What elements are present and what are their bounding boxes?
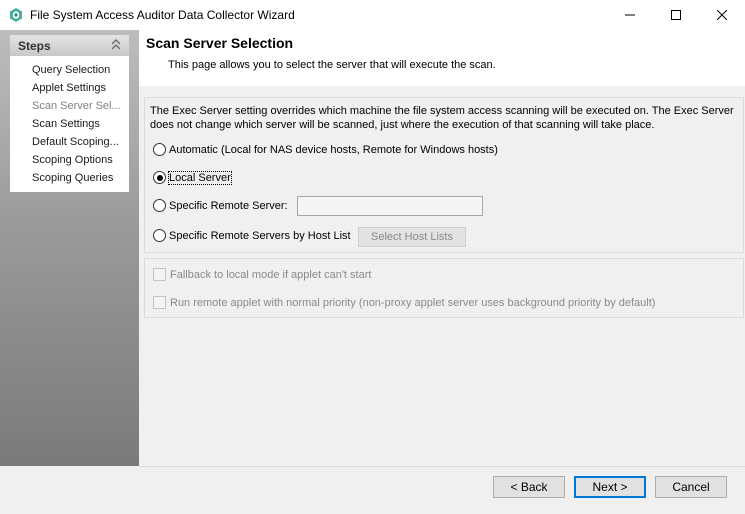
radio-label: Local Server <box>168 170 232 185</box>
steps-title: Steps <box>18 39 51 53</box>
close-icon <box>717 10 727 20</box>
step-scan-settings[interactable]: Scan Settings <box>32 118 124 130</box>
back-button[interactable]: < Back <box>493 476 565 498</box>
radio-host-list[interactable]: Specific Remote Servers by Host List <box>153 229 351 242</box>
close-button[interactable] <box>699 0 745 30</box>
step-applet-settings[interactable]: Applet Settings <box>32 82 124 94</box>
collapse-chevron-icon[interactable] <box>111 38 121 52</box>
normal-priority-checkbox-row[interactable]: Run remote applet with normal priority (… <box>153 296 655 309</box>
radio-local-server[interactable]: Local Server <box>153 170 232 185</box>
radio-automatic[interactable]: Automatic (Local for NAS device hosts, R… <box>153 143 498 156</box>
steps-header[interactable]: Steps <box>10 35 129 56</box>
next-button[interactable]: Next > <box>574 476 646 498</box>
step-query-selection[interactable]: Query Selection <box>32 64 124 76</box>
minimize-button[interactable] <box>607 0 653 30</box>
fallback-checkbox-row[interactable]: Fallback to local mode if applet can't s… <box>153 268 371 281</box>
steps-panel <box>10 35 129 192</box>
checkbox-label: Run remote applet with normal priority (… <box>170 296 656 309</box>
footer-divider <box>139 466 745 467</box>
exec-server-info: The Exec Server setting overrides which … <box>150 105 734 131</box>
options-group <box>144 258 744 318</box>
select-host-lists-button[interactable]: Select Host Lists <box>358 227 466 247</box>
minimize-icon <box>625 14 635 16</box>
radio-button[interactable] <box>153 143 166 156</box>
page-description: This page allows you to select the serve… <box>168 59 496 71</box>
app-icon <box>10 8 22 22</box>
cancel-button[interactable]: Cancel <box>655 476 727 498</box>
remote-server-input[interactable] <box>297 196 483 216</box>
fallback-checkbox[interactable] <box>153 268 166 281</box>
title-bar: File System Access Auditor Data Collecto… <box>0 0 745 30</box>
step-scoping-queries[interactable]: Scoping Queries <box>32 172 124 184</box>
radio-label: Specific Remote Server: <box>169 199 288 212</box>
checkbox-label: Fallback to local mode if applet can't s… <box>170 268 372 281</box>
maximize-button[interactable] <box>653 0 699 30</box>
maximize-icon <box>671 10 681 20</box>
window-title: File System Access Auditor Data Collecto… <box>30 8 295 22</box>
step-scan-server-selection[interactable]: Scan Server Sel... <box>32 100 124 112</box>
radio-button[interactable] <box>153 229 166 242</box>
radio-button-selected[interactable] <box>153 171 166 184</box>
step-scoping-options[interactable]: Scoping Options <box>32 154 124 166</box>
radio-button[interactable] <box>153 199 166 212</box>
radio-specific-remote-server[interactable]: Specific Remote Server: <box>153 199 288 212</box>
step-default-scoping[interactable]: Default Scoping... <box>32 136 124 148</box>
radio-label: Automatic (Local for NAS device hosts, R… <box>169 143 498 156</box>
normal-priority-checkbox[interactable] <box>153 296 166 309</box>
page-title: Scan Server Selection <box>146 35 294 51</box>
radio-label: Specific Remote Servers by Host List <box>169 229 351 242</box>
